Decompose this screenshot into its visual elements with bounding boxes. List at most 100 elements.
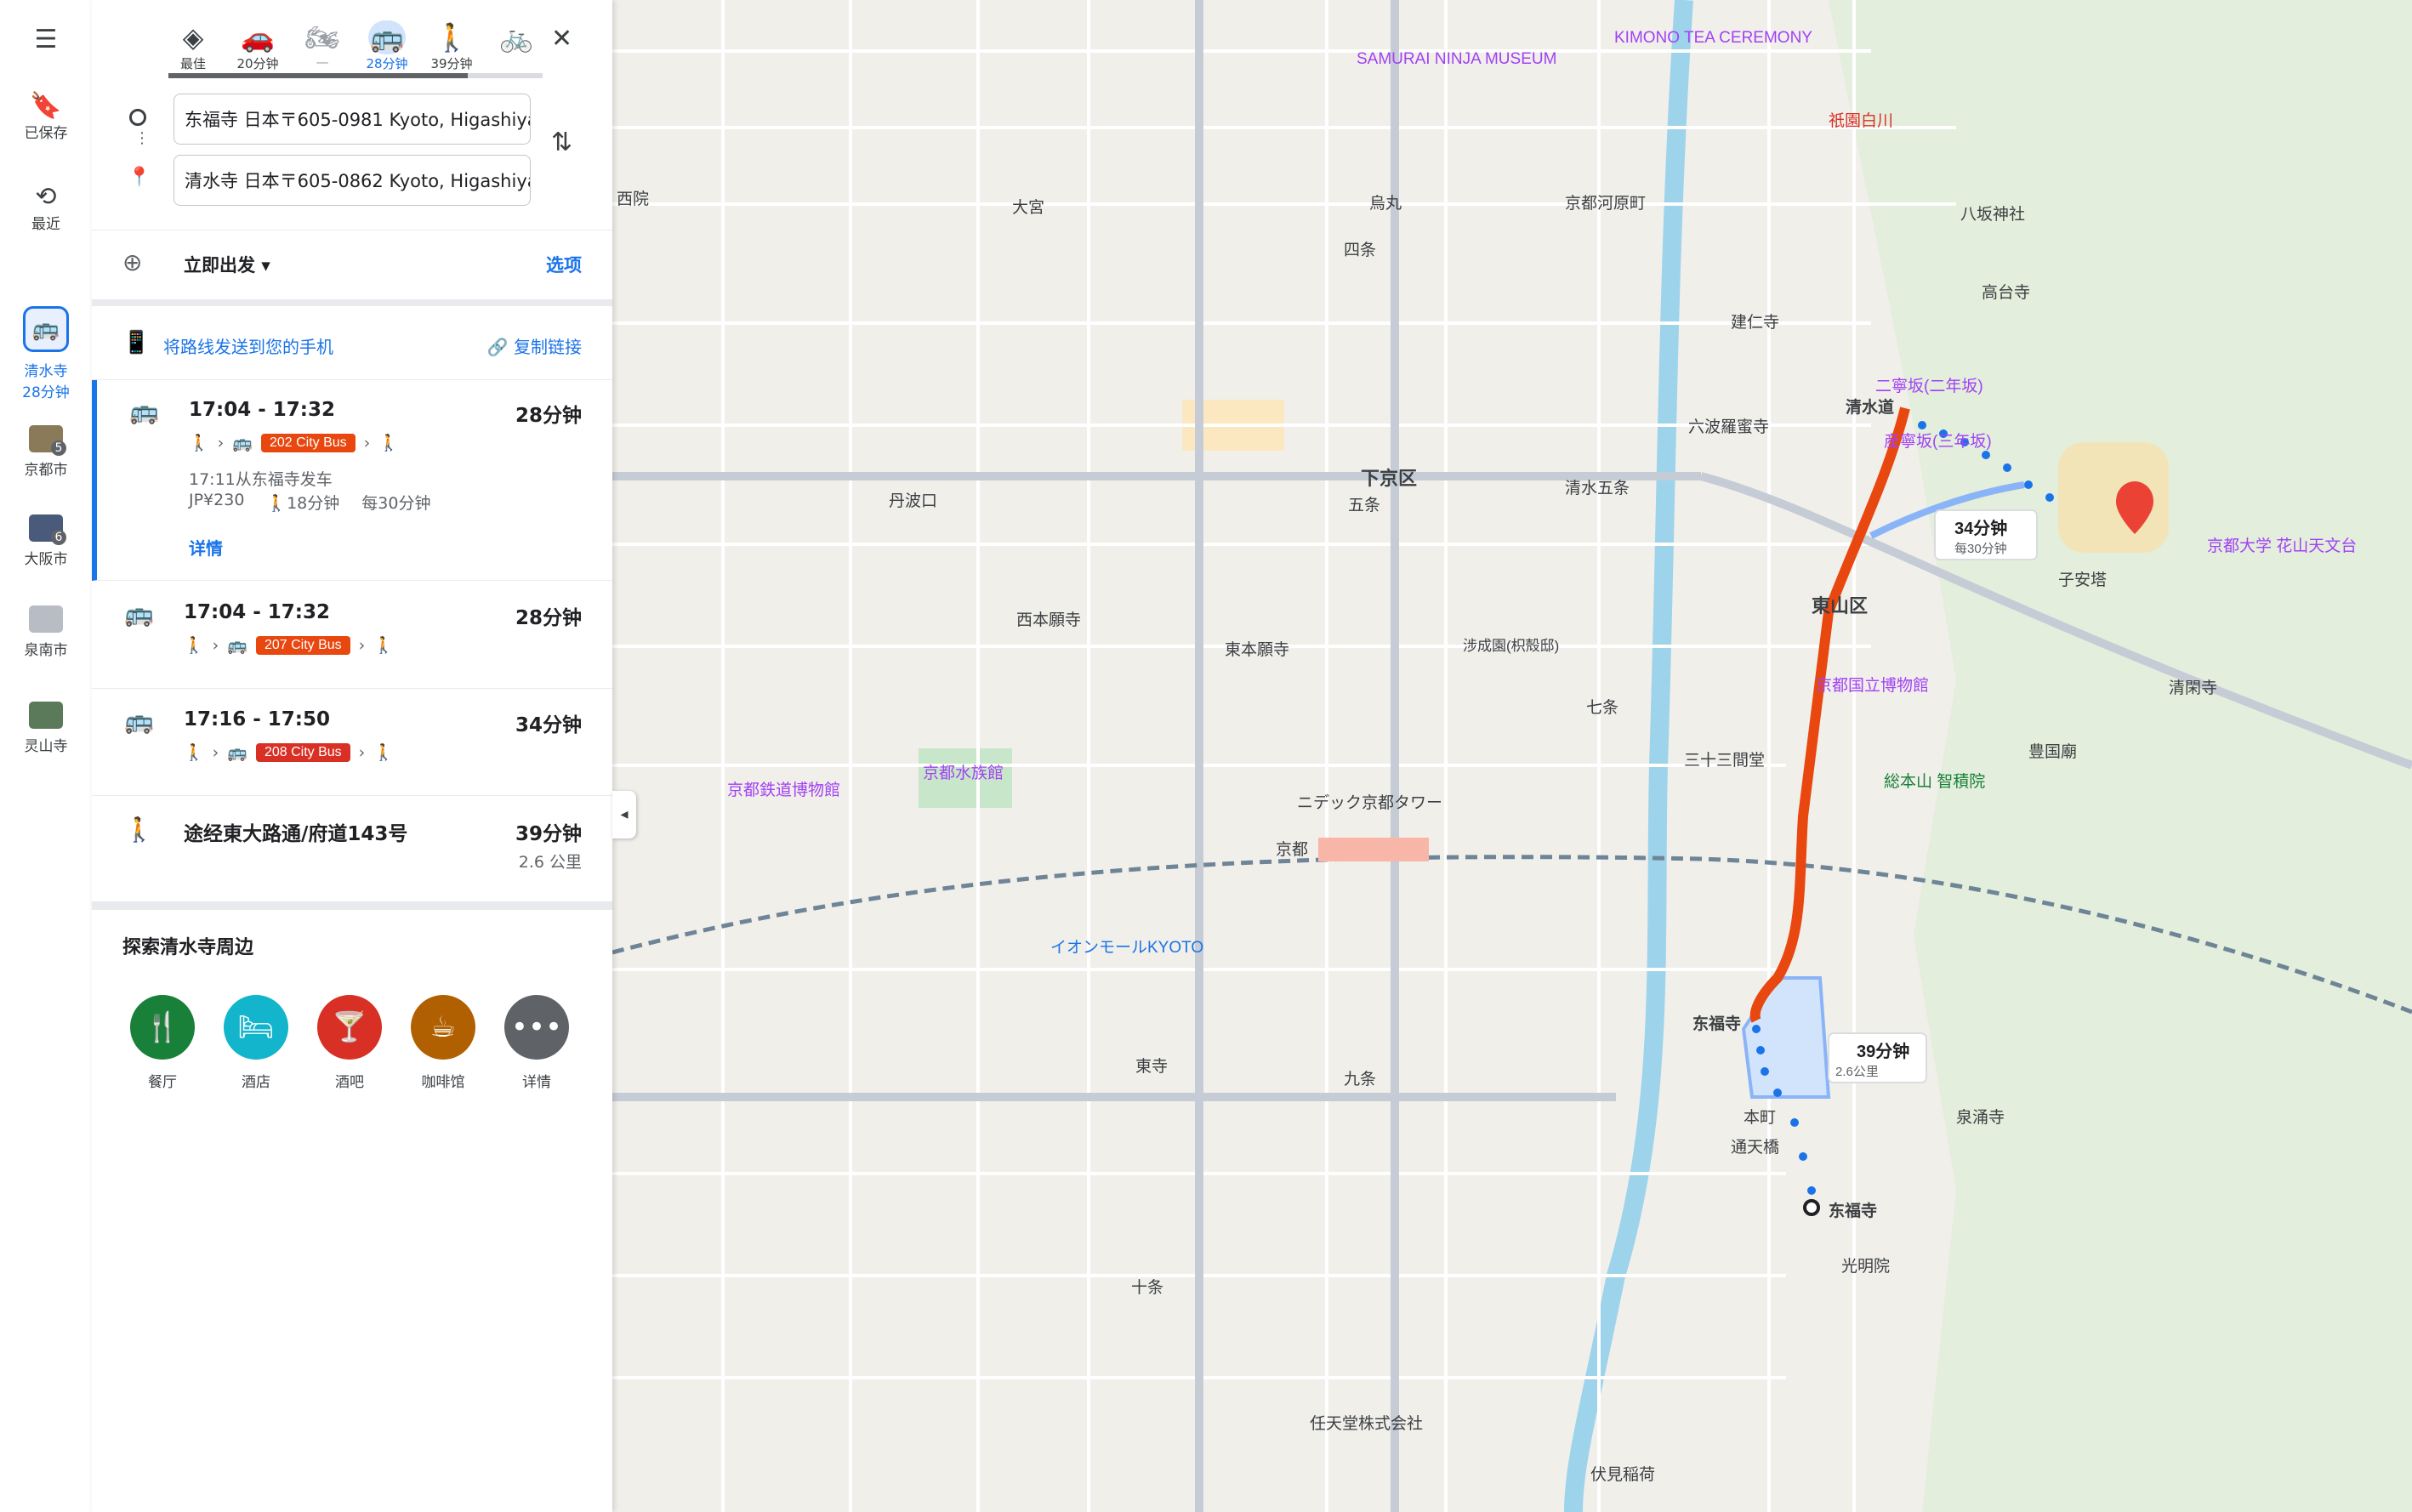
bus-callout-time: 34分钟: [1954, 518, 2007, 538]
label-samurai: SAMURAI NINJA MUSEUM: [1357, 50, 1556, 68]
swap-button[interactable]: ⇅: [551, 128, 572, 157]
route-walk-time: 18分钟: [287, 494, 340, 513]
history-item-kyoto[interactable]: 5 京都市: [0, 425, 92, 479]
more-icon: •••: [504, 995, 569, 1060]
label-tsutenkyo: 通天橋: [1731, 1138, 1779, 1157]
copy-link-button[interactable]: 🔗 复制链接: [487, 333, 582, 358]
label-nintendo: 任天堂株式会社: [1310, 1414, 1423, 1433]
saved-label: 已保存: [24, 125, 68, 142]
link-icon: 🔗: [486, 337, 514, 357]
walk-icon: 🚶: [435, 21, 469, 54]
mode-walk[interactable]: 🚶 39分钟: [422, 20, 481, 72]
label-kodaiji: 高台寺: [1982, 283, 2030, 302]
bookmark-icon: 🔖: [30, 91, 62, 121]
history-thumb: 6: [29, 514, 66, 545]
origin-field[interactable]: 东福寺 日本〒605-0981 Kyoto, Higashiyama: [174, 94, 531, 145]
history-item-ryozenji[interactable]: 灵山寺: [0, 702, 92, 755]
label-toji: 東寺: [1135, 1057, 1168, 1076]
close-button[interactable]: ✕: [551, 24, 572, 54]
walk-callout[interactable]: 39分钟 2.6公里: [1828, 1032, 1927, 1083]
label-higashi-honganji: 東本願寺: [1225, 640, 1289, 659]
explore-title: 探索清水寺周边: [122, 937, 254, 958]
route-option[interactable]: 🚌 17:04 - 17:32 28分钟 🚶 › 🚌 207 City Bus › 🚶: [92, 581, 612, 689]
destination-field[interactable]: 清水寺 日本〒605-0862 Kyoto, Higashiyama: [174, 155, 531, 206]
depart-dropdown[interactable]: 立即出发 ▾: [184, 252, 270, 277]
bus-icon: 🚌: [129, 397, 159, 425]
car-icon: 🚗: [241, 21, 275, 54]
bus-callout[interactable]: 34分钟 每30分钟: [1934, 509, 2038, 560]
bus-icon: 🚌: [124, 707, 154, 735]
mode-drive[interactable]: 🚗 20分钟: [228, 20, 287, 72]
send-to-phone-link[interactable]: 将路线发送到您的手机: [163, 333, 333, 358]
category-bars[interactable]: 🍸 酒吧: [311, 995, 388, 1091]
route-fare: JP¥230: [189, 491, 245, 509]
mode-bike[interactable]: 🚲: [486, 20, 546, 54]
category-label: 餐厅: [148, 1074, 177, 1091]
history-label: 泉南市: [24, 642, 68, 659]
saved-button[interactable]: 🔖 已保存: [0, 91, 92, 143]
directions-panel: ◈ 最佳 🚗 20分钟 🏍 — 🚌 28分钟 🚶 39分钟 🚲 ✕ ⋮ 📍 东福寺 日本〒…: [92, 0, 612, 1512]
add-stop-icon[interactable]: ⊕: [122, 248, 142, 276]
label-kimono: KIMONO TEA CEREMONY: [1614, 29, 1812, 47]
section-divider: [92, 901, 612, 910]
label-yasaka: 八坂神社: [1960, 205, 2025, 224]
label-kyoto-tower: ニデック京都タワー: [1297, 793, 1442, 812]
route-details-link[interactable]: 详情: [189, 535, 223, 560]
copy-link-label: 复制链接: [514, 337, 582, 357]
bus-line-badge: 202 City Bus: [260, 433, 356, 452]
map-canvas[interactable]: 34分钟 每30分钟 39分钟 2.6公里 清水道 东福寺 东福寺 東山区 下京…: [612, 0, 2412, 1512]
label-aquarium: 京都水族館: [923, 764, 1004, 782]
label-higashiyama: 東山区: [1812, 595, 1868, 617]
walk-icon: 🚶: [378, 434, 399, 452]
route-time: 17:04 - 17:32: [184, 601, 330, 623]
route-option[interactable]: 🚌 17:16 - 17:50 34分钟 🚶 › 🚌 208 City Bus › 🚶: [92, 688, 612, 796]
section-divider: [92, 299, 612, 306]
label-inari: 伏見稲荷: [1590, 1465, 1655, 1484]
origin-marker-icon[interactable]: [1803, 1199, 1820, 1216]
mode-motorcycle[interactable]: 🏍 —: [293, 20, 352, 70]
menu-button[interactable]: ☰: [0, 26, 92, 54]
label-kyoto-u: 京都大学 花山天文台: [2207, 537, 2357, 555]
history-item-sennan[interactable]: 泉南市: [0, 605, 92, 659]
history-label: 灵山寺: [24, 738, 68, 755]
label-shichijo: 七条: [1586, 698, 1618, 717]
mode-scroll-thumb[interactable]: [168, 73, 468, 78]
route-steps: 🚶 › 🚌 208 City Bus › 🚶: [184, 742, 394, 762]
label-sennyuji: 泉涌寺: [1956, 1108, 2005, 1127]
category-hotels[interactable]: 🛏 酒店: [218, 995, 294, 1091]
history-label: 京都市: [24, 462, 68, 479]
history-item-osaka[interactable]: 6 大阪市: [0, 514, 92, 568]
label-chishakuin: 総本山 智積院: [1884, 772, 1985, 791]
walk-icon: 🚶: [266, 494, 287, 513]
recent-button[interactable]: ⟲ 最近: [0, 182, 92, 234]
route-time: 17:04 - 17:32: [189, 399, 335, 421]
bus-callout-freq: 每30分钟: [1954, 542, 2007, 556]
current-route-item[interactable]: 🚌 清水寺 28分钟: [0, 306, 92, 401]
label-toyokuni: 豊国廟: [2028, 742, 2077, 761]
bus-icon: 🚌: [124, 600, 154, 628]
walking-route-option[interactable]: 🚶 途经東大路通/府道143号 39分钟 2.6 公里: [92, 795, 612, 902]
bar-icon: 🍸: [317, 995, 382, 1060]
mode-transit[interactable]: 🚌 28分钟: [357, 20, 417, 72]
mode-scroll-track: [168, 73, 543, 78]
bus-line-badge: 208 City Bus: [255, 742, 350, 762]
collapse-panel-button[interactable]: ◂: [612, 791, 636, 838]
category-cafes[interactable]: ☕ 咖啡馆: [405, 995, 481, 1091]
history-icon: ⟲: [35, 182, 57, 212]
restaurant-icon: 🍴: [130, 995, 195, 1060]
route-steps: 🚶 › 🚌 207 City Bus › 🚶: [184, 635, 394, 655]
category-more[interactable]: ••• 详情: [498, 995, 575, 1091]
route-meta: JP¥230 🚶18分钟 每30分钟: [189, 491, 430, 514]
mode-best[interactable]: ◈ 最佳: [163, 20, 223, 72]
route-walk: 🚶18分钟: [266, 491, 339, 514]
route-duration: 34分钟: [515, 714, 582, 736]
bus-icon: 🚌: [232, 434, 253, 452]
label-kenninji: 建仁寺: [1731, 313, 1779, 332]
bicycle-icon: 🚲: [499, 21, 533, 54]
route-option[interactable]: 🚌 17:04 - 17:32 28分钟 🚶 › 🚌 202 City Bus › 🚶 1…: [92, 380, 612, 581]
options-button[interactable]: 选项: [546, 252, 582, 277]
category-restaurants[interactable]: 🍴 餐厅: [124, 995, 201, 1091]
label-seikanji: 清閑寺: [2169, 679, 2217, 697]
label-koyasu: 子安塔: [2058, 571, 2107, 589]
recent-label: 最近: [31, 216, 60, 233]
